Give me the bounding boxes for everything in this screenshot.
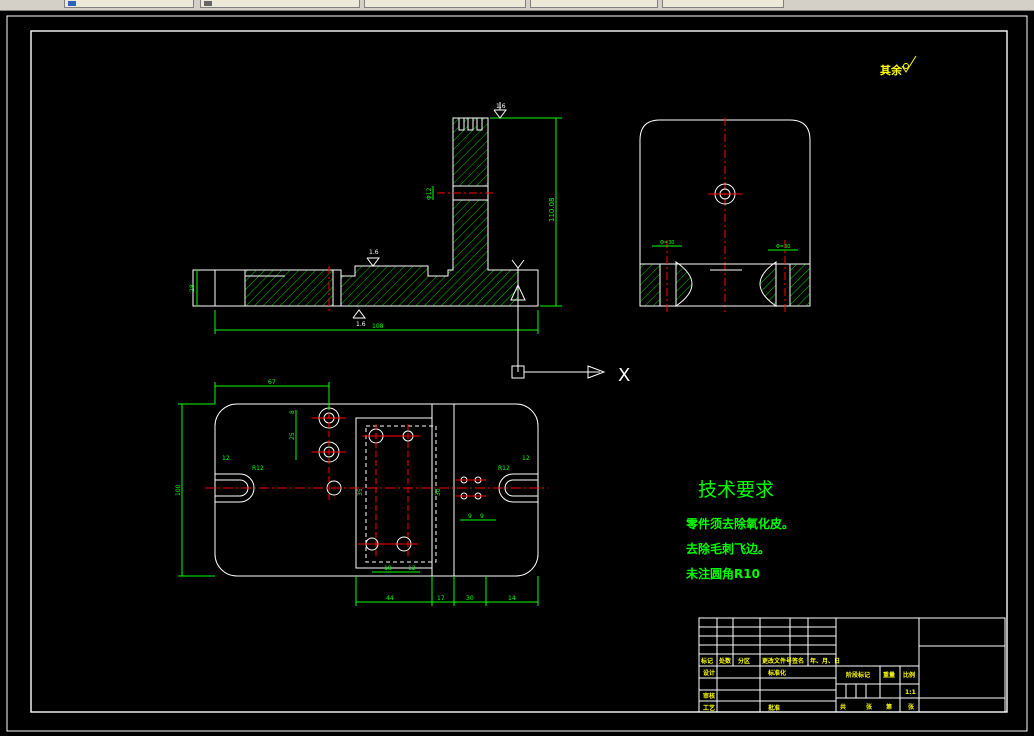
file-icon [204,1,212,6]
ucs-icon: Y X [510,259,630,386]
tb-weight: 重量 [883,671,895,679]
dim-side-left: Φ=30 [660,240,675,246]
dim-slot: Φ12 [426,187,433,200]
tb-approve: 批准 [768,704,780,712]
dim-v3: 35 [357,488,364,496]
dim-slot-left-width: 12 [222,455,230,462]
tb-scale: 比例 [903,671,915,679]
dim-b2: 17 [437,595,445,602]
tb-sheet-total: 共 [840,703,846,711]
dim-plan-height: 100 [175,484,182,496]
technical-requirements: 技术要求 零件须去除氧化皮。 去除毛刺飞边。 未注圆角R10 [685,479,794,581]
tb-stage-mark: 阶段标记 [846,671,870,679]
dim-radius-right: R12 [498,465,510,472]
dim-v2: 25 [289,432,296,440]
tech-line-1: 零件须去除氧化皮。 [685,516,794,531]
roughness-label: 其余 [880,63,903,77]
tb-label-count: 处数 [718,657,732,665]
tb-label-sign: 签名 [791,657,804,665]
tb-sheet-unit2: 张 [908,703,915,711]
dim-slot-right-width: 12 [522,455,530,462]
inner-frame [30,30,1008,713]
dim-height: 110.08 [548,198,556,223]
dim-d2: 9 [480,513,484,520]
tb-process: 工艺 [703,704,715,712]
tb-design: 设计 [703,669,715,677]
dim-c2: 12 [408,565,416,572]
dim-v4: 30 [435,488,442,496]
roughness-mid-value: 1.6 [369,249,379,256]
dim-b1: 44 [386,595,394,602]
cad-drawing-canvas[interactable]: 其余 108 110.08 28 Φ12 1.6 1.6 1.6 X Φ=30 … [0,10,1034,736]
tb-sheet-no: 第 [885,703,892,711]
drawing-tab-2[interactable] [200,0,360,8]
dim-side-right: Φ=30 [776,244,791,250]
file-icon [68,1,76,6]
tb-label-mark: 标记 [700,657,713,665]
drawing-tab-4[interactable] [530,0,658,8]
outer-frame [6,15,1028,732]
drawing-tab-3[interactable] [364,0,526,8]
tb-sheet-unit: 张 [866,703,873,711]
dim-c1: 18 [384,565,392,572]
dim-v1: 8 [289,410,296,414]
dim-left-height: 28 [189,284,196,292]
tech-line-2: 去除毛刺飞边。 [686,541,770,556]
tb-scale-value: 1:1 [905,689,916,696]
tech-title: 技术要求 [698,479,774,501]
tb-standardize: 标准化 [767,669,786,677]
side-view: Φ=30 Φ=30 [639,118,811,312]
drawing-tab-1[interactable] [64,0,194,8]
dim-overall-length: 108 [372,323,384,330]
front-view: 108 110.08 28 Φ12 1.6 1.6 1.6 [189,102,562,334]
tb-label-change-doc: 更改文件号 [762,657,792,665]
dim-radius-left: R12 [252,465,264,472]
dim-d1: 9 [468,513,472,520]
ucs-x-label: X [618,365,630,386]
drawing-tab-5[interactable] [662,0,784,8]
dim-plan-top: 67 [268,379,276,386]
plan-view: 67 100 12 R12 12 R12 44 17 30 14 18 12 9… [175,379,548,606]
tech-line-3: 未注圆角R10 [685,566,760,581]
tb-label-zone: 分区 [738,657,750,665]
tb-label-date: 年、月、日 [810,657,840,665]
roughness-top-value: 1.6 [496,103,506,110]
tb-review: 审核 [703,692,715,700]
roughness-symbol: 其余 [880,55,917,77]
dim-b4: 14 [508,595,516,602]
dim-b3: 30 [466,595,474,602]
roughness-bottom-value: 1.6 [356,321,366,328]
title-block [698,617,1006,713]
